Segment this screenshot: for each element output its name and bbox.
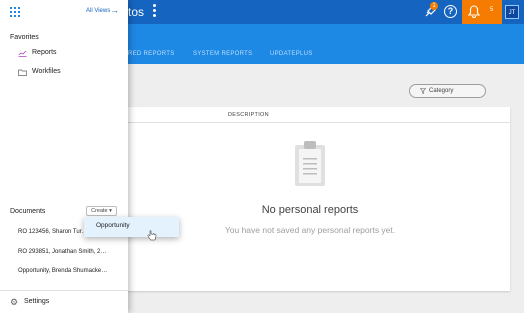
settings-link[interactable]: Settings: [24, 298, 49, 305]
clipboard-icon: [295, 141, 325, 186]
avatar[interactable]: JT: [505, 5, 519, 19]
favorites-heading: Favorites: [10, 34, 39, 41]
create-menu: Opportunity: [84, 217, 179, 237]
document-item[interactable]: RO 293851, Jonathan Smith, 2…: [18, 249, 106, 255]
rocket-badge: 1: [430, 2, 438, 10]
tab-system-reports[interactable]: SYSTEM REPORTS: [193, 51, 252, 57]
create-button[interactable]: Create ▾: [86, 206, 117, 216]
help-icon[interactable]: ?: [444, 5, 457, 18]
app-title: tos: [128, 5, 145, 19]
folder-icon: [18, 69, 27, 76]
column-description[interactable]: DESCRIPTION: [228, 112, 269, 118]
arrow-right-icon[interactable]: →: [110, 5, 119, 15]
sidebar-item-reports[interactable]: Reports: [18, 49, 118, 59]
sidebar-item-label: Reports: [32, 49, 57, 56]
bell-icon: [468, 5, 480, 18]
sidebar-item-label: Workfiles: [32, 68, 61, 75]
category-filter[interactable]: Category: [409, 84, 486, 98]
hand-cursor-icon: [147, 230, 157, 241]
apps-grid-icon[interactable]: [10, 7, 20, 17]
document-item[interactable]: RO 123456, Sharon Tur…: [18, 229, 88, 235]
empty-state-title: No personal reports: [261, 204, 359, 216]
reports-icon: [18, 50, 27, 57]
documents-heading: Documents: [10, 208, 46, 215]
table-header: DESCRIPTION: [110, 107, 510, 123]
navigation-drawer: All Views → Favorites Reports Workfiles …: [0, 0, 128, 313]
notifications-button[interactable]: 5: [462, 0, 502, 24]
menu-item-opportunity[interactable]: Opportunity: [84, 217, 179, 237]
divider: [0, 290, 128, 291]
gear-icon[interactable]: ⚙: [10, 297, 18, 308]
tab-updateplus[interactable]: UPDATEPLUS: [270, 51, 313, 57]
more-options-icon[interactable]: [152, 4, 156, 20]
reports-card: DESCRIPTION No personal reports You have…: [110, 107, 510, 291]
all-views-link[interactable]: All Views: [86, 8, 110, 14]
notification-count: 5: [490, 7, 494, 13]
document-item[interactable]: Opportunity, Brenda Shumacke…: [18, 268, 107, 274]
filter-icon: [420, 88, 426, 94]
tab-shared-reports[interactable]: RED REPORTS: [128, 51, 175, 57]
filter-label: Category: [429, 88, 454, 94]
sidebar-item-workfiles[interactable]: Workfiles: [18, 68, 118, 78]
